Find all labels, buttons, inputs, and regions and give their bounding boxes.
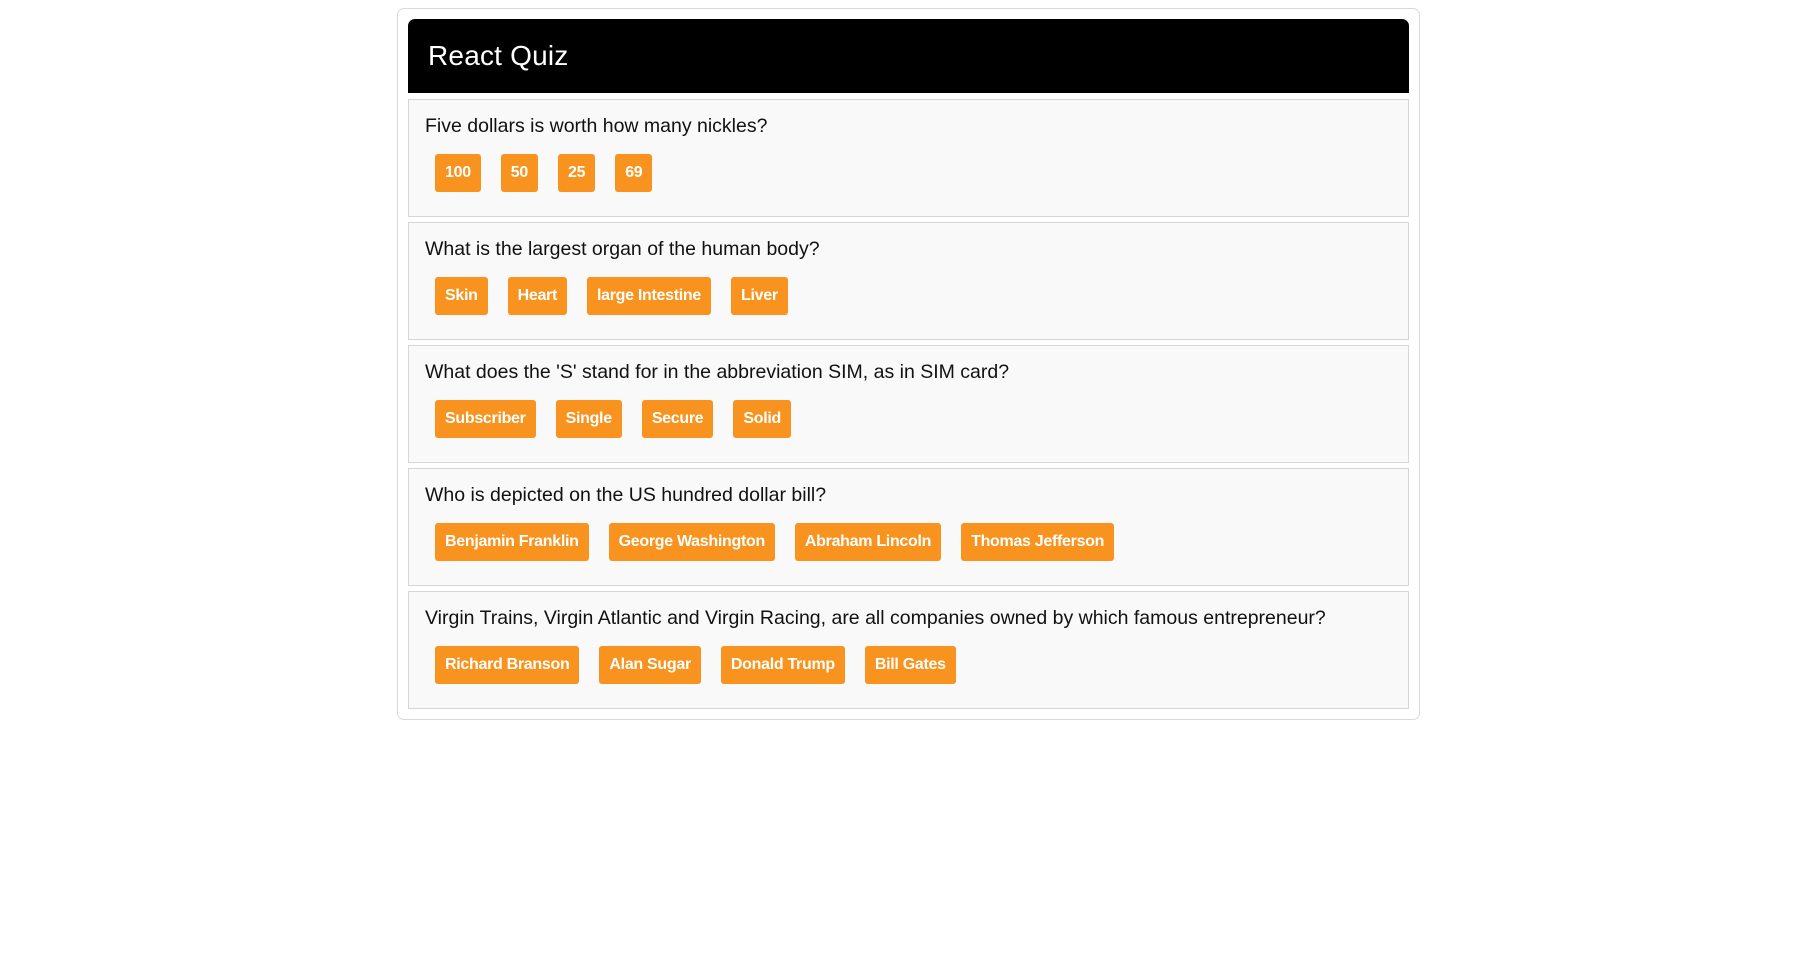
answer-button[interactable]: 100 [435, 154, 481, 192]
question-card-3: What does the 'S' stand for in the abbre… [408, 345, 1409, 463]
quiz-container: React Quiz Five dollars is worth how man… [397, 8, 1420, 720]
question-text: Who is depicted on the US hundred dollar… [425, 484, 827, 506]
answer-button[interactable]: Donald Trump [720, 646, 845, 684]
answer-button[interactable]: Benjamin Franklin [435, 523, 589, 561]
answer-button[interactable]: Thomas Jefferson [961, 523, 1115, 561]
question-text: Virgin Trains, Virgin Atlantic and Virgi… [425, 607, 1326, 629]
question-card-2: What is the largest organ of the human b… [408, 222, 1409, 340]
page-title: React Quiz [428, 40, 569, 71]
question-card-1: Five dollars is worth how many nickles? … [408, 99, 1409, 217]
answer-list: Skin Heart large Intestine Liver [425, 277, 1392, 315]
answer-button[interactable]: Solid [733, 400, 792, 438]
answer-button[interactable]: George Washington [608, 523, 775, 561]
answer-button[interactable]: Subscriber [435, 400, 536, 438]
answer-list: Benjamin Franklin George Washington Abra… [425, 523, 1392, 561]
answer-button[interactable]: 25 [558, 154, 596, 192]
answer-button[interactable]: 69 [615, 154, 653, 192]
answer-list: Subscriber Single Secure Solid [425, 400, 1392, 438]
answer-button[interactable]: Alan Sugar [599, 646, 701, 684]
answer-button[interactable]: Liver [731, 277, 788, 315]
question-text: What is the largest organ of the human b… [425, 238, 820, 260]
answer-button[interactable]: Heart [507, 277, 568, 315]
quiz-header: React Quiz [408, 19, 1409, 93]
answer-button[interactable]: Single [555, 400, 622, 438]
answer-button[interactable]: Secure [641, 400, 714, 438]
answer-list: 100 50 25 69 [425, 154, 1392, 192]
question-card-4: Who is depicted on the US hundred dollar… [408, 468, 1409, 586]
answer-button[interactable]: Skin [435, 277, 488, 315]
question-text: Five dollars is worth how many nickles? [425, 115, 768, 137]
answer-button[interactable]: Richard Branson [435, 646, 580, 684]
answer-button[interactable]: large Intestine [587, 277, 711, 315]
answer-list: Richard Branson Alan Sugar Donald Trump … [425, 646, 1392, 684]
question-card-5: Virgin Trains, Virgin Atlantic and Virgi… [408, 591, 1409, 709]
answer-button[interactable]: Bill Gates [864, 646, 956, 684]
answer-button[interactable]: 50 [500, 154, 538, 192]
question-text: What does the 'S' stand for in the abbre… [425, 361, 1010, 383]
answer-button[interactable]: Abraham Lincoln [794, 523, 942, 561]
